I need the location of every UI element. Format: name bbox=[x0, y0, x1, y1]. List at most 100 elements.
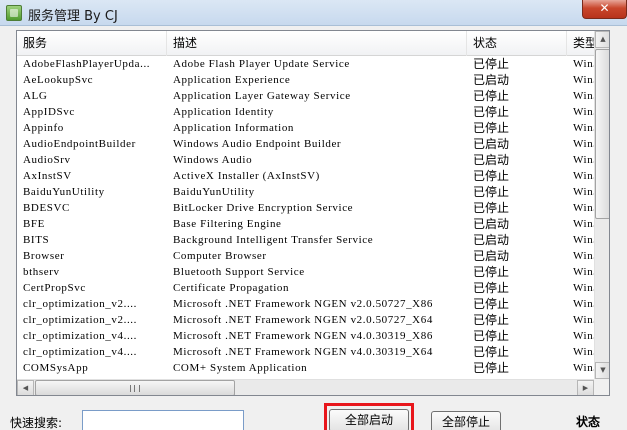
table-row[interactable]: CertPropSvc Certificate Propagation 已停止 Win… bbox=[17, 280, 595, 296]
table-row[interactable]: ALG Application Layer Gateway Service 已停止 W… bbox=[17, 88, 595, 104]
cell-status: 已停止 bbox=[473, 329, 510, 343]
table-row[interactable]: BaiduYunUtility BaiduYunUtility 已停止 Win32 bbox=[17, 184, 595, 200]
cell-type: Win32 bbox=[573, 266, 595, 278]
table-row[interactable]: BFE Base Filtering Engine 已启动 Win32 bbox=[17, 216, 595, 232]
cell-type: Win32 bbox=[573, 346, 595, 358]
cell-description: Base Filtering Engine bbox=[173, 218, 282, 230]
table-row[interactable]: COMSysApp COM+ System Application 已停止 Win32 bbox=[17, 360, 595, 376]
column-header-status[interactable]: 状态 bbox=[467, 31, 567, 56]
vertical-scroll-thumb[interactable] bbox=[595, 49, 609, 219]
cell-description: Adobe Flash Player Update Service bbox=[173, 58, 350, 70]
list-header: 服务 描述 状态 类型 bbox=[17, 31, 609, 56]
scrollbar-corner bbox=[594, 379, 609, 395]
cell-description: Application Identity bbox=[173, 106, 274, 118]
cell-type: Win32 bbox=[573, 298, 595, 310]
cell-status: 已停止 bbox=[473, 313, 510, 327]
search-input[interactable] bbox=[82, 410, 244, 430]
cell-description: Certificate Propagation bbox=[173, 282, 290, 294]
status-label: 状态 bbox=[576, 415, 601, 429]
cell-service: BITS bbox=[23, 234, 50, 246]
vertical-scrollbar[interactable]: ▲ ▼ bbox=[594, 31, 609, 379]
cell-type: Win32 bbox=[573, 90, 595, 102]
cell-service: AudioEndpointBuilder bbox=[23, 138, 136, 150]
arrow-left-icon: ◀ bbox=[22, 384, 29, 392]
table-row[interactable]: clr_optimization_v4.... Microsoft .NET Fr… bbox=[17, 328, 595, 344]
cell-type: Win32 bbox=[573, 106, 595, 118]
cell-service: BDESVC bbox=[23, 202, 70, 214]
app-icon bbox=[6, 5, 22, 21]
cell-status: 已启动 bbox=[473, 73, 510, 87]
table-row[interactable]: Browser Computer Browser 已启动 Win32 bbox=[17, 248, 595, 264]
cell-status: 已停止 bbox=[473, 265, 510, 279]
table-row[interactable]: AdobeFlashPlayerUpda... Adobe Flash Playe… bbox=[17, 56, 595, 72]
cell-service: BaiduYunUtility bbox=[23, 186, 105, 198]
cell-type: Win32 bbox=[573, 74, 595, 86]
cell-type: Win32 bbox=[573, 170, 595, 182]
cell-status: 已停止 bbox=[473, 345, 510, 359]
cell-type: Win32 bbox=[573, 154, 595, 166]
scroll-right-button[interactable]: ▶ bbox=[577, 380, 594, 395]
arrow-up-icon: ▲ bbox=[600, 35, 606, 43]
cell-type: Win32 bbox=[573, 362, 595, 374]
cell-status: 已停止 bbox=[473, 361, 510, 375]
table-row[interactable]: bthserv Bluetooth Support Service 已停止 Win32 bbox=[17, 264, 595, 280]
cell-status: 已启动 bbox=[473, 233, 510, 247]
cell-service: clr_optimization_v4.... bbox=[23, 330, 138, 342]
cell-type: Win32 bbox=[573, 138, 595, 150]
table-row[interactable]: AudioSrv Windows Audio 已启动 Win32 bbox=[17, 152, 595, 168]
table-row[interactable]: clr_optimization_v4.... Microsoft .NET Fr… bbox=[17, 344, 595, 360]
close-button[interactable]: ✕ bbox=[582, 0, 627, 19]
cell-description: Windows Audio Endpoint Builder bbox=[173, 138, 342, 150]
table-row[interactable]: AppIDSvc Application Identity 已停止 Win32 bbox=[17, 104, 595, 120]
search-label: 快速搜索: bbox=[10, 416, 63, 430]
table-row[interactable]: BDESVC BitLocker Drive Encryption Service… bbox=[17, 200, 595, 216]
cell-type: Win32 bbox=[573, 122, 595, 134]
cell-status: 已停止 bbox=[473, 201, 510, 215]
title-bar[interactable]: 服务管理 By CJ ✕ bbox=[0, 0, 627, 26]
cell-type: Win32 bbox=[573, 250, 595, 262]
horizontal-scrollbar[interactable]: ◀ ▶ bbox=[17, 379, 594, 395]
scroll-up-button[interactable]: ▲ bbox=[595, 31, 609, 48]
stop-all-button[interactable]: 全部停止 bbox=[431, 411, 501, 430]
cell-description: BitLocker Drive Encryption Service bbox=[173, 202, 354, 214]
services-list[interactable]: 服务 描述 状态 类型 AdobeFlashPlayerUpda... Adobe… bbox=[16, 30, 610, 396]
cell-status: 已停止 bbox=[473, 169, 510, 183]
table-row[interactable]: AudioEndpointBuilder Windows Audio Endpoi… bbox=[17, 136, 595, 152]
close-icon: ✕ bbox=[599, 1, 610, 15]
table-row[interactable]: BITS Background Intelligent Transfer Serv… bbox=[17, 232, 595, 248]
cell-service: BFE bbox=[23, 218, 45, 230]
cell-description: Background Intelligent Transfer Service bbox=[173, 234, 374, 246]
cell-type: Win32 bbox=[573, 58, 595, 70]
table-row[interactable]: AeLookupSvc Application Experience 已启动 Win3… bbox=[17, 72, 595, 88]
cell-description: Application Layer Gateway Service bbox=[173, 90, 351, 102]
cell-description: Application Experience bbox=[173, 74, 291, 86]
cell-type: Win32 bbox=[573, 234, 595, 246]
cell-description: Bluetooth Support Service bbox=[173, 266, 305, 278]
scroll-left-button[interactable]: ◀ bbox=[17, 380, 34, 395]
column-header-service[interactable]: 服务 bbox=[17, 31, 167, 56]
cell-description: Microsoft .NET Framework NGEN v4.0.30319… bbox=[173, 346, 433, 358]
cell-type: Win32 bbox=[573, 202, 595, 214]
column-header-description[interactable]: 描述 bbox=[167, 31, 467, 56]
cell-description: BaiduYunUtility bbox=[173, 186, 255, 198]
cell-service: bthserv bbox=[23, 266, 60, 278]
start-all-button[interactable]: 全部启动 bbox=[329, 409, 409, 430]
cell-status: 已启动 bbox=[473, 217, 510, 231]
table-row[interactable]: Appinfo Application Information 已停止 Win32 bbox=[17, 120, 595, 136]
horizontal-scroll-thumb[interactable] bbox=[35, 380, 235, 395]
cell-status: 已停止 bbox=[473, 297, 510, 311]
cell-description: Microsoft .NET Framework NGEN v2.0.50727… bbox=[173, 298, 433, 310]
arrow-down-icon: ▼ bbox=[600, 366, 606, 374]
table-row[interactable]: clr_optimization_v2.... Microsoft .NET Fr… bbox=[17, 312, 595, 328]
cell-service: AxInstSV bbox=[23, 170, 72, 182]
cell-description: Computer Browser bbox=[173, 250, 267, 262]
table-row[interactable]: clr_optimization_v2.... Microsoft .NET Fr… bbox=[17, 296, 595, 312]
cell-description: Microsoft .NET Framework NGEN v2.0.50727… bbox=[173, 314, 433, 326]
grip-icon bbox=[130, 385, 140, 392]
cell-type: Win32 bbox=[573, 186, 595, 198]
cell-status: 已启动 bbox=[473, 153, 510, 167]
cell-status: 已启动 bbox=[473, 249, 510, 263]
table-row[interactable]: AxInstSV ActiveX Installer (AxInstSV) 已停止 W… bbox=[17, 168, 595, 184]
scroll-down-button[interactable]: ▼ bbox=[595, 362, 609, 379]
cell-status: 已启动 bbox=[473, 137, 510, 151]
